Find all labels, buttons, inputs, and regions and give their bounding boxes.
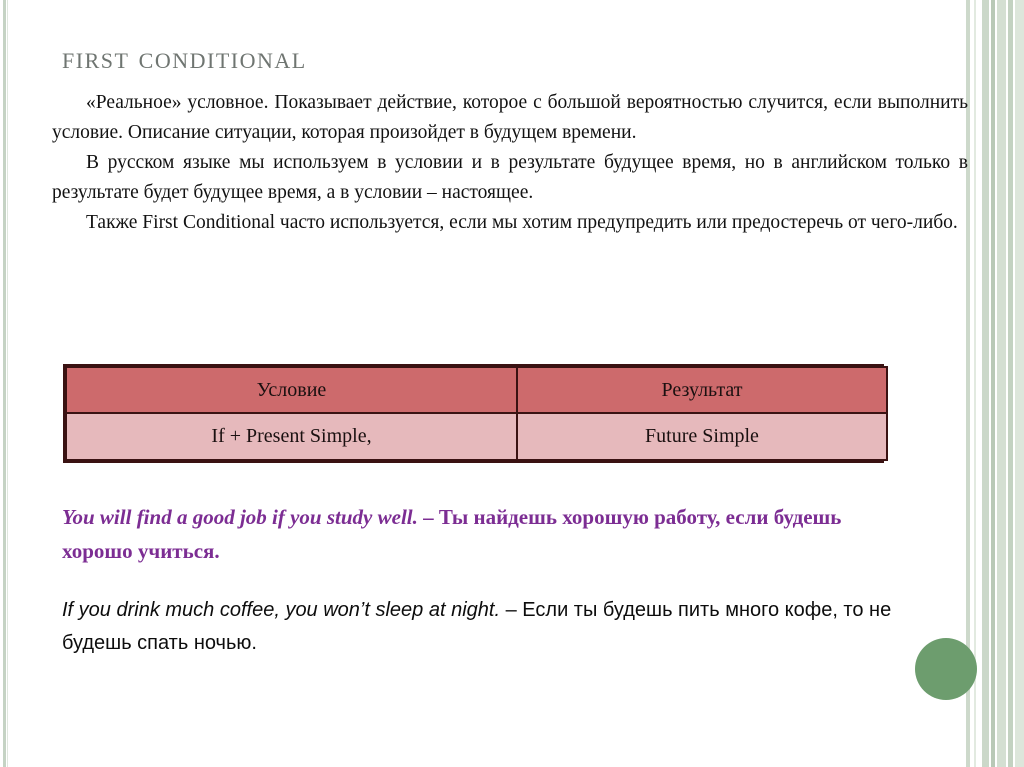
example-sentence-black: If you drink much coffee, you won’t slee…: [62, 594, 892, 660]
grammar-table: Условие Результат If + Present Simple, F…: [65, 366, 888, 461]
paragraph-3: Также First Conditional часто использует…: [86, 212, 958, 233]
example-2-dash: –: [500, 599, 523, 621]
table-header-result: Результат: [516, 366, 888, 414]
table-row: If + Present Simple, Future Simple: [65, 412, 888, 461]
left-border-stripe-outer: [3, 0, 6, 767]
example-2-english: If you drink much coffee, you won’t slee…: [62, 599, 501, 621]
green-circle-decoration: [915, 638, 977, 700]
table-cell-result-formula: Future Simple: [516, 412, 888, 461]
example-sentence-purple: You will find a good job if you study we…: [62, 500, 892, 568]
table-header-row: Условие Результат: [65, 366, 888, 414]
right-border-stripe-4: [991, 0, 995, 767]
right-border-stripe-5: [997, 0, 1006, 767]
paragraph-1: «Реальное» условное. Показывает действие…: [52, 92, 968, 143]
right-border-stripe-7: [1015, 0, 1024, 767]
body-text: «Реальное» условное. Показывает действие…: [52, 88, 968, 238]
right-border-stripe-3: [982, 0, 989, 767]
page-title: First Conditional: [62, 40, 307, 75]
table-cell-condition-formula: If + Present Simple,: [65, 412, 518, 461]
right-border-stripe-2: [974, 0, 976, 767]
example-1-dash: –: [417, 505, 439, 529]
table-header-condition: Условие: [65, 366, 518, 414]
left-border-stripe-inner: [7, 0, 8, 767]
grammar-table-container: Условие Результат If + Present Simple, F…: [63, 364, 888, 463]
paragraph-2: В русском языке мы используем в условии …: [52, 152, 968, 203]
example-1-english: You will find a good job if you study we…: [62, 505, 418, 529]
right-border-stripe-6: [1008, 0, 1013, 767]
